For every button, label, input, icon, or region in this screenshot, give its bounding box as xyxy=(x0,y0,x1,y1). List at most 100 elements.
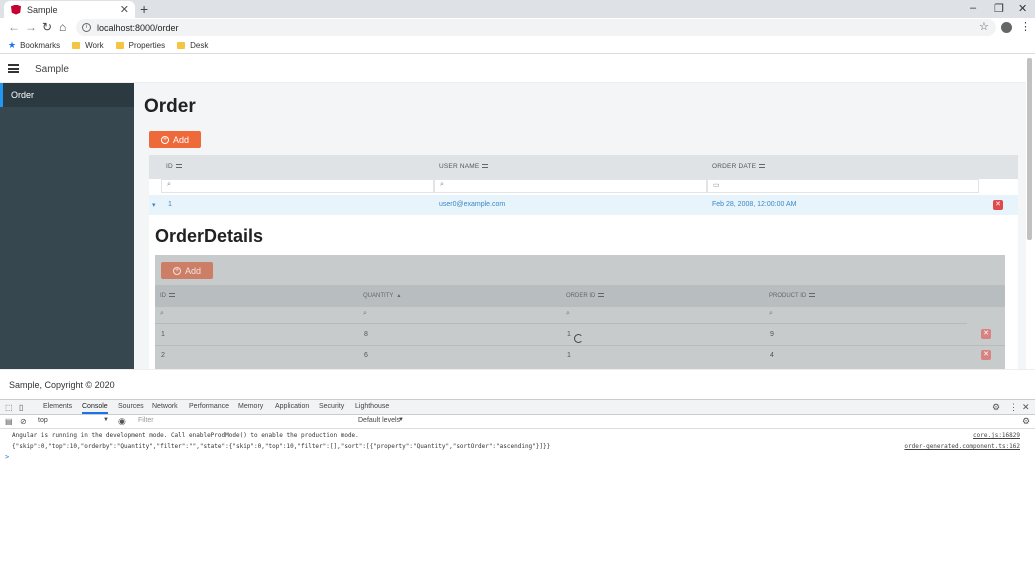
inspect-element-icon[interactable]: ⬚ xyxy=(5,403,13,412)
column-header-order-id[interactable]: ORDER ID xyxy=(561,285,764,307)
close-window-button[interactable]: ✕ xyxy=(1018,2,1027,15)
console-source-link[interactable]: core.js:16829 xyxy=(973,432,1020,439)
sidebar-item-order[interactable]: Order xyxy=(0,83,134,107)
sidebar-toggle-icon[interactable]: ▤ xyxy=(5,417,13,426)
bookmark-star-icon[interactable]: ☆ xyxy=(979,20,989,33)
address-bar[interactable]: i localhost:8000/order xyxy=(76,19,996,36)
add-order-button[interactable]: + Add xyxy=(149,131,201,148)
cell-order-id: 1 xyxy=(567,331,571,338)
bookmark-work[interactable]: Work xyxy=(72,41,104,50)
page-scrollbar[interactable] xyxy=(1027,58,1032,240)
profile-avatar[interactable] xyxy=(1001,22,1012,33)
tab-application[interactable]: Application xyxy=(275,403,309,410)
search-icon: ⌕ xyxy=(769,310,773,317)
add-label: Add xyxy=(184,265,201,276)
column-header-order-date[interactable]: ORDER DATE xyxy=(707,155,979,179)
expand-row-icon[interactable]: ▾ xyxy=(152,201,156,209)
column-header-id[interactable]: ID xyxy=(161,155,434,179)
column-header-user-name[interactable]: USER NAME xyxy=(434,155,707,179)
add-icon: + xyxy=(172,266,181,275)
bookmark-properties[interactable]: Properties xyxy=(115,40,166,50)
filter-icon[interactable] xyxy=(759,164,766,169)
bookmark-label: Work xyxy=(85,40,104,50)
bookmark-label: Properties xyxy=(128,40,166,50)
column-label: QUANTITY xyxy=(363,293,394,299)
product-id-filter-input[interactable]: ⌕ xyxy=(764,307,967,324)
footer-text: Sample, Copyright © 2020 xyxy=(9,380,115,390)
column-header-id[interactable]: ID xyxy=(155,285,358,307)
order-id-filter-input[interactable]: ⌕ xyxy=(561,307,764,324)
main-content: Order + Add ID USER NAME ORDER DATE ⌕ ⌕ … xyxy=(134,83,1026,369)
id-filter-input[interactable]: ⌕ xyxy=(155,307,358,324)
filter-icon[interactable] xyxy=(809,293,816,298)
forward-icon[interactable]: → xyxy=(25,20,37,35)
cell-quantity: 6 xyxy=(364,352,368,359)
chrome-menu-icon[interactable]: ⋮ xyxy=(1020,20,1031,33)
table-row[interactable]: 2 6 1 4 ✕ xyxy=(155,345,1005,365)
more-options-icon[interactable]: ⋮ xyxy=(1009,402,1018,413)
log-levels-select[interactable]: Default levels ▼ xyxy=(357,416,417,427)
user-name-filter-input[interactable]: ⌕ xyxy=(434,179,707,193)
order-date-filter-input[interactable]: ▭ xyxy=(707,179,979,193)
tab-security[interactable]: Security xyxy=(319,403,344,410)
table-row[interactable]: ▾ 1 user0@example.com Feb 28, 2008, 12:0… xyxy=(149,195,1018,215)
info-icon[interactable]: i xyxy=(82,23,91,32)
context-select[interactable]: top ▼ xyxy=(36,416,110,427)
reload-icon[interactable]: ↻ xyxy=(42,20,52,35)
tab-console[interactable]: Console xyxy=(82,403,108,414)
settings-gear-icon[interactable]: ⚙ xyxy=(992,402,1000,413)
device-toolbar-icon[interactable]: ▯ xyxy=(19,403,23,412)
loading-spinner-icon xyxy=(574,334,583,343)
console-source-link[interactable]: order-generated.component.ts:162 xyxy=(904,443,1020,450)
tab-performance[interactable]: Performance xyxy=(189,403,229,410)
console-prompt[interactable]: > xyxy=(5,453,9,461)
tab-lighthouse[interactable]: Lighthouse xyxy=(355,403,389,410)
filter-input[interactable]: Filter xyxy=(136,416,352,427)
order-details-panel: OrderDetails + Add ID QUANTITY ▴ ORDER ID… xyxy=(155,217,1018,369)
filter-icon[interactable] xyxy=(598,293,605,298)
folder-icon xyxy=(72,41,81,49)
chevron-down-icon: ▼ xyxy=(103,417,109,423)
footer: Sample, Copyright © 2020 xyxy=(0,369,1035,399)
search-icon: ⌕ xyxy=(363,310,367,317)
column-label: ID xyxy=(166,163,173,170)
column-label: ORDER DATE xyxy=(712,163,757,170)
bookmark-desk[interactable]: Desk xyxy=(177,41,208,50)
tab-memory[interactable]: Memory xyxy=(238,403,263,410)
devtools-tabbar: ⬚ ▯ Elements Console Sources Network Per… xyxy=(0,400,1035,415)
tab-strip: Sample ✕ + – ❐ ✕ xyxy=(0,0,1035,18)
minimize-button[interactable]: – xyxy=(970,2,976,14)
eye-icon[interactable]: ◉ xyxy=(118,416,126,427)
add-detail-button[interactable]: + Add xyxy=(161,262,213,279)
browser-toolbar: ← → ↻ ⌂ i localhost:8000/order xyxy=(0,18,1035,37)
column-header-quantity[interactable]: QUANTITY ▴ xyxy=(358,285,561,307)
tab-elements[interactable]: Elements xyxy=(43,403,72,410)
cell-user-name: user0@example.com xyxy=(439,201,506,208)
delete-row-button[interactable]: ✕ xyxy=(993,200,1003,210)
tab-sources[interactable]: Sources xyxy=(118,403,144,410)
bookmark-bookmarks[interactable]: ★ Bookmarks xyxy=(8,40,60,51)
clear-console-icon[interactable]: ⊘ xyxy=(20,417,27,426)
home-icon[interactable]: ⌂ xyxy=(59,20,66,35)
tab-network[interactable]: Network xyxy=(152,403,178,410)
new-tab-button[interactable]: + xyxy=(140,1,148,17)
tab-close-icon[interactable]: ✕ xyxy=(120,3,129,16)
filter-icon[interactable] xyxy=(169,293,175,298)
hamburger-menu-icon[interactable] xyxy=(8,64,19,73)
column-header-product-id[interactable]: PRODUCT ID xyxy=(764,285,967,307)
filter-icon[interactable] xyxy=(482,164,489,169)
delete-row-button[interactable]: ✕ xyxy=(981,350,991,360)
sort-ascending-icon[interactable]: ▴ xyxy=(397,293,400,299)
cell-id: 1 xyxy=(161,331,165,338)
restore-button[interactable]: ❐ xyxy=(994,2,1004,15)
delete-row-button[interactable]: ✕ xyxy=(981,329,991,339)
browser-tab[interactable]: Sample ✕ xyxy=(4,1,135,18)
star-icon: ★ xyxy=(8,39,17,50)
quantity-filter-input[interactable]: ⌕ xyxy=(358,307,561,324)
back-icon[interactable]: ← xyxy=(8,20,20,35)
console-toolbar: ▤ ⊘ top ▼ ◉ Filter Default levels ▼ ⚙ xyxy=(0,415,1035,429)
id-filter-input[interactable]: ⌕ xyxy=(161,179,434,193)
console-settings-icon[interactable]: ⚙ xyxy=(1022,416,1030,427)
filter-icon[interactable] xyxy=(175,164,182,169)
close-devtools-icon[interactable]: ✕ xyxy=(1022,402,1030,413)
